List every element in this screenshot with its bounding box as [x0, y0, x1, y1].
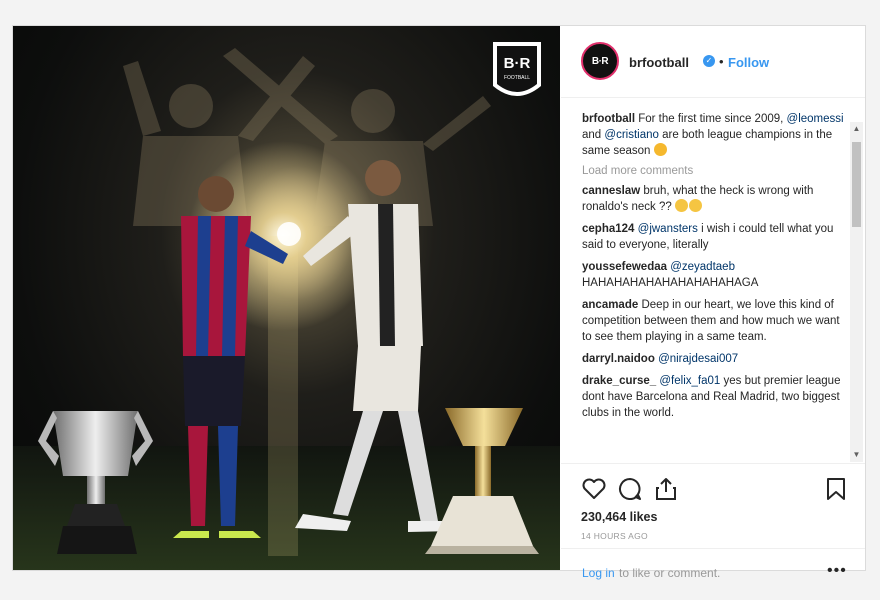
bookmark-icon[interactable] — [823, 476, 849, 502]
comments-panel[interactable]: brfootball For the first time since 2009… — [561, 98, 865, 462]
heart-emoji-icon — [653, 143, 667, 156]
comment-mention[interactable]: @jwansters — [638, 223, 698, 235]
comment-item: darryl.naidoo @nirajdesai007 — [582, 351, 844, 367]
comments-scrollbar[interactable]: ▲ ▼ — [850, 122, 863, 462]
post-actions: 230,464 likes 14 HOURS AGO Log in to lik… — [561, 463, 865, 580]
comment-username[interactable]: canneslaw — [582, 185, 640, 197]
comment-mention[interactable]: @zeyadtaeb — [670, 261, 735, 273]
comment-item: drake_curse_ @felix_fa01 yes but premier… — [582, 373, 844, 421]
share-icon[interactable] — [653, 476, 679, 502]
avatar[interactable]: B·R — [581, 42, 619, 80]
comment-mention[interactable]: @felix_fa01 — [659, 375, 720, 387]
crying-emoji-icon — [675, 199, 688, 212]
caption-mention-1[interactable]: @leomessi — [787, 113, 844, 125]
follow-button[interactable]: Follow — [728, 55, 769, 70]
post-timestamp[interactable]: 14 HOURS AGO — [581, 531, 648, 541]
comment-item: cepha124 @jwansters i wish i could tell … — [582, 221, 844, 253]
post-image-artwork: B·R FOOTBALL — [13, 42, 560, 570]
comment-item: youssefewedaa @zeyadtaeb HAHAHAHAHAHAHAH… — [582, 259, 844, 291]
more-options-button[interactable]: ••• — [827, 562, 847, 580]
instagram-post: B·R FOOTBALL B·R brfootball ✓ • Follow b… — [12, 25, 866, 580]
comment-username[interactable]: darryl.naidoo — [582, 353, 655, 365]
br-logo: B·R FOOTBALL — [493, 42, 541, 96]
svg-text:B·R: B·R — [504, 55, 531, 72]
caption-mention-2[interactable]: @cristiano — [604, 129, 659, 141]
scroll-thumb[interactable] — [852, 142, 861, 227]
scroll-down-icon[interactable]: ▼ — [850, 448, 863, 462]
likes-count[interactable]: 230,464 likes — [581, 510, 657, 524]
scroll-up-icon[interactable]: ▲ — [850, 122, 863, 136]
caption-username[interactable]: brfootball — [582, 113, 635, 125]
comment-username[interactable]: cepha124 — [582, 223, 634, 235]
crying-emoji-icon — [689, 199, 702, 212]
separator-dot: • — [719, 54, 724, 69]
post-header: B·R brfootball ✓ • Follow — [561, 26, 865, 98]
comment-item: ancamade Deep in our heart, we love this… — [582, 297, 844, 345]
post-sidebar: B·R brfootball ✓ • Follow brfootball For… — [561, 26, 865, 580]
comment-mention[interactable]: @nirajdesai007 — [658, 353, 738, 365]
login-prompt-text: to like or comment. — [619, 566, 721, 580]
login-row: Log in to like or comment. ••• — [561, 548, 865, 580]
post-image[interactable]: B·R FOOTBALL — [13, 26, 560, 570]
login-link[interactable]: Log in — [582, 566, 615, 580]
caption: brfootball For the first time since 2009… — [582, 111, 844, 159]
heart-icon[interactable] — [581, 476, 607, 502]
comment-item: canneslaw bruh, what the heck is wrong w… — [582, 183, 844, 215]
comment-text: HAHAHAHAHAHAHAHAHAHAGA — [582, 277, 759, 289]
caption-text-2: and — [582, 129, 602, 141]
svg-text:FOOTBALL: FOOTBALL — [504, 75, 530, 81]
load-more-comments-button[interactable]: Load more comments — [582, 165, 844, 177]
header-username[interactable]: brfootball — [629, 55, 689, 70]
caption-text-1: For the first time since 2009, — [638, 113, 784, 125]
comment-username[interactable]: ancamade — [582, 299, 638, 311]
comment-username[interactable]: drake_curse_ — [582, 375, 656, 387]
comment-icon[interactable] — [617, 476, 643, 502]
verified-icon: ✓ — [703, 55, 715, 67]
comment-username[interactable]: youssefewedaa — [582, 261, 667, 273]
